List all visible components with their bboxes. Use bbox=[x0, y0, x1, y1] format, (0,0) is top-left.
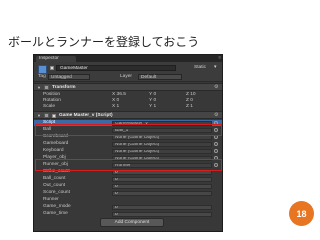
layer-dropdown[interactable]: Default bbox=[138, 74, 182, 80]
tag-dropdown[interactable]: Untagged bbox=[48, 74, 90, 80]
script-component-title: Game Master_v (Script) bbox=[59, 113, 113, 118]
game-mode-field[interactable]: 0 bbox=[112, 204, 212, 210]
y-field[interactable]: Y 1 bbox=[149, 104, 156, 110]
score-count-field[interactable]: 0 bbox=[112, 190, 212, 196]
highlight-box-ball bbox=[35, 124, 222, 136]
slide-title: ボールとランナーを登録しておこう bbox=[8, 35, 200, 49]
object-name-field[interactable]: GameMaster bbox=[56, 64, 176, 71]
z-field[interactable]: Z 1 bbox=[186, 104, 193, 110]
active-checkbox[interactable] bbox=[50, 66, 54, 70]
triangle-down-icon[interactable]: ▼ bbox=[37, 112, 41, 119]
layer-label: Layer bbox=[120, 74, 132, 79]
script-component-header[interactable]: ▼ Game Master_v (Script) ⚙ bbox=[34, 111, 222, 119]
field-label: Keyboard bbox=[43, 148, 64, 153]
field-row-gameboard: Gameboard None (Game Object) bbox=[34, 141, 222, 147]
field-label: Game_mode bbox=[43, 204, 71, 209]
field-row-score-count: Score_count 0 bbox=[34, 190, 222, 196]
static-dropdown-icon[interactable]: ▾ bbox=[214, 64, 216, 71]
page-number-badge: 18 bbox=[289, 201, 314, 226]
gameboard-object-field[interactable]: None (Game Object) bbox=[112, 141, 212, 147]
field-row-game-time: Game_time 0 bbox=[34, 211, 222, 217]
row-label: Scale bbox=[43, 104, 55, 109]
highlight-box-runner-obj bbox=[35, 159, 222, 171]
transform-title: Transform bbox=[52, 85, 76, 90]
static-label[interactable]: Static bbox=[194, 64, 206, 71]
circle-picker-icon[interactable] bbox=[214, 149, 218, 153]
triangle-down-icon[interactable]: ▼ bbox=[37, 84, 41, 91]
field-label: Game_time bbox=[43, 211, 68, 216]
inspector-panel: Inspector ≡ GameMaster Static ▾ Tag Unta… bbox=[33, 54, 223, 232]
field-row-game-mode: Game_mode 0 bbox=[34, 204, 222, 210]
component-enabled-checkbox[interactable] bbox=[52, 113, 56, 118]
keyboard-object-field[interactable]: None (Game Object) bbox=[112, 148, 212, 154]
panel-menu-icon[interactable]: ≡ bbox=[218, 55, 221, 62]
field-row-ball-count: Ball_count 0 bbox=[34, 176, 222, 182]
tag-label: Tag bbox=[38, 74, 46, 79]
x-field[interactable]: X 1 bbox=[112, 104, 119, 110]
out-count-field[interactable]: 0 bbox=[112, 183, 212, 189]
object-header: GameMaster Static ▾ Tag Untagged Layer D… bbox=[34, 62, 222, 82]
game-time-field[interactable]: 0 bbox=[112, 211, 212, 217]
field-row-keyboard: Keyboard None (Game Object) bbox=[34, 148, 222, 154]
field-label: Ball_count bbox=[43, 176, 66, 181]
transform-row-scale: Scale X 1 Y 1 Z 1 bbox=[34, 104, 222, 110]
tab-bar: Inspector ≡ bbox=[34, 55, 222, 62]
script-icon bbox=[44, 113, 49, 118]
ball-count-field[interactable]: 0 bbox=[112, 176, 212, 182]
field-label[interactable]: Runner bbox=[43, 197, 59, 203]
gear-icon[interactable]: ⚙ bbox=[214, 112, 218, 119]
field-row-out-count: Out_count 0 bbox=[34, 183, 222, 189]
circle-picker-icon[interactable] bbox=[214, 142, 218, 146]
gear-icon[interactable]: ⚙ bbox=[214, 84, 218, 91]
field-label: Score_count bbox=[43, 190, 70, 195]
field-row-runner: Runner bbox=[34, 197, 222, 203]
cube-icon bbox=[38, 65, 47, 74]
field-label: Gameboard bbox=[43, 141, 69, 146]
transform-icon bbox=[44, 85, 49, 90]
field-label: Out_count bbox=[43, 183, 66, 188]
transform-header[interactable]: ▼ Transform ⚙ bbox=[34, 83, 222, 91]
add-component-button[interactable]: Add Component bbox=[100, 218, 164, 227]
